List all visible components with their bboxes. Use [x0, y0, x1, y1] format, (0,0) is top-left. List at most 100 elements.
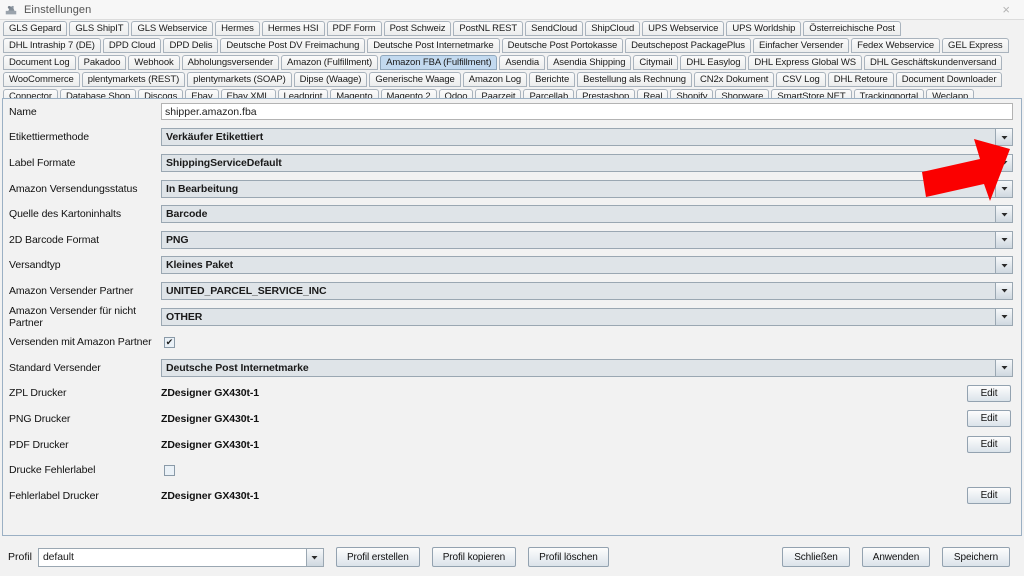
tab-cn2x-dokument[interactable]: CN2x Dokument: [693, 72, 775, 87]
tab-odoo[interactable]: Odoo: [438, 89, 474, 98]
tab-dhl-retoure[interactable]: DHL Retoure: [827, 72, 894, 87]
tab-woocommerce[interactable]: WooCommerce: [3, 72, 80, 87]
tab-amazon-log[interactable]: Amazon Log: [462, 72, 528, 87]
tab-pdf-form[interactable]: PDF Form: [326, 21, 382, 36]
tab-strip: GLS Gepard GLS ShipIT GLS Webservice Hermes…: [0, 20, 1024, 98]
chevron-down-icon[interactable]: [995, 308, 1012, 325]
tab-abholungsversender[interactable]: Abholungsversender: [181, 55, 280, 70]
tab-ups-webservice[interactable]: UPS Webservice: [642, 21, 725, 36]
select-amazon-versender-fur-nicht-partner[interactable]: OTHER: [161, 307, 1013, 326]
tab-asendia-shipping[interactable]: Asendia Shipping: [547, 55, 632, 70]
select-etikettiermethode[interactable]: Verkäufer Etikettiert: [161, 128, 1013, 147]
tab-sendcloud[interactable]: SendCloud: [525, 21, 584, 36]
tab-amazon-fba-fulfillment[interactable]: Amazon FBA (Fulfillment): [380, 55, 498, 70]
button-profil-erstellen[interactable]: Profil erstellen: [335, 547, 420, 567]
chevron-down-icon[interactable]: [305, 548, 323, 566]
tab-dpd-cloud[interactable]: DPD Cloud: [102, 38, 162, 53]
tab-document-downloader[interactable]: Document Downloader: [895, 72, 1003, 87]
tab-dhl-gesch-ftskundenversand[interactable]: DHL Geschäftskundenversand: [863, 55, 1003, 70]
button-anwenden[interactable]: Anwenden: [862, 547, 930, 567]
checkbox-versenden-mit-amazon-partner[interactable]: ✔: [164, 336, 175, 348]
tab-csv-log[interactable]: CSV Log: [776, 72, 826, 87]
tab-dhl-intraship-7-de[interactable]: DHL Intraship 7 (DE): [3, 38, 101, 53]
profil-select[interactable]: default: [37, 547, 324, 567]
tab-sterreichische-post[interactable]: Österreichische Post: [803, 21, 901, 36]
tab-gls-webservice[interactable]: GLS Webservice: [131, 21, 214, 36]
tab-pakadoo[interactable]: Pakadoo: [77, 55, 127, 70]
chevron-down-icon[interactable]: [995, 359, 1012, 376]
tab-fedex-webservice[interactable]: Fedex Webservice: [851, 38, 941, 53]
tab-dhl-express-global-ws[interactable]: DHL Express Global WS: [748, 55, 862, 70]
select-amazon-versender-partner[interactable]: UNITED_PARCEL_SERVICE_INC: [161, 281, 1013, 300]
tab-weclapp[interactable]: Weclapp: [926, 89, 975, 98]
tab-gls-gepard[interactable]: GLS Gepard: [3, 21, 68, 36]
tab-citymail[interactable]: Citymail: [633, 55, 679, 70]
edit-button-pdf-drucker[interactable]: Edit: [967, 436, 1011, 454]
tab-document-log[interactable]: Document Log: [3, 55, 76, 70]
tab-ebay-xml[interactable]: Ebay XML: [220, 89, 276, 98]
chevron-down-icon[interactable]: [995, 231, 1012, 248]
select-label-formate[interactable]: ShippingServiceDefault: [161, 153, 1013, 172]
tab-deutschepost-packageplus[interactable]: Deutschepost PackagePlus: [625, 38, 751, 53]
edit-button-zpl-drucker[interactable]: Edit: [967, 384, 1011, 402]
tab-plentymarkets-rest[interactable]: plentymarkets (REST): [81, 72, 186, 87]
tab-shipcloud[interactable]: ShipCloud: [585, 21, 641, 36]
button-schliessen[interactable]: Schließen: [782, 547, 850, 567]
tab-dipse-waage[interactable]: Dipse (Waage): [293, 72, 368, 87]
tab-discogs[interactable]: Discogs: [138, 89, 184, 98]
chevron-down-icon[interactable]: [995, 282, 1012, 299]
tab-prestashop[interactable]: Prestashop: [576, 89, 636, 98]
select-amazon-versendungsstatus[interactable]: In Bearbeitung: [161, 179, 1013, 198]
tab-webhook[interactable]: Webhook: [128, 55, 180, 70]
button-profil-loschen[interactable]: Profil löschen: [528, 547, 609, 567]
tab-gel-express[interactable]: GEL Express: [942, 38, 1009, 53]
tab-deutsche-post-dv-freimachung[interactable]: Deutsche Post DV Freimachung: [220, 38, 366, 53]
tab-smartstore-net[interactable]: SmartStore.NET: [771, 89, 852, 98]
tab-hermes[interactable]: Hermes: [215, 21, 260, 36]
chevron-down-icon[interactable]: [995, 129, 1012, 146]
button-profil-kopieren[interactable]: Profil kopieren: [431, 547, 517, 567]
tab-amazon-fulfillment[interactable]: Amazon (Fulfillment): [281, 55, 379, 70]
tab-connector[interactable]: Connector: [3, 89, 58, 98]
chevron-down-icon[interactable]: [995, 154, 1012, 171]
tab-post-schweiz[interactable]: Post Schweiz: [383, 21, 452, 36]
tab-database-shop[interactable]: Database Shop: [59, 89, 137, 98]
tab-ebay[interactable]: Ebay: [185, 89, 219, 98]
tab-real[interactable]: Real: [637, 89, 669, 98]
tab-einfacher-versender[interactable]: Einfacher Versender: [752, 38, 850, 53]
chevron-down-icon[interactable]: [995, 180, 1012, 197]
chevron-down-icon[interactable]: [995, 206, 1012, 223]
tab-magento[interactable]: Magento: [330, 89, 379, 98]
input-name[interactable]: shipper.amazon.fba: [161, 103, 1013, 121]
chevron-down-icon[interactable]: [995, 257, 1012, 274]
tab-dpd-delis[interactable]: DPD Delis: [163, 38, 219, 53]
tab-asendia[interactable]: Asendia: [499, 55, 546, 70]
edit-button-fehlerlabel-drucker[interactable]: Edit: [967, 487, 1011, 505]
select-standard-versender[interactable]: Deutsche Post Internetmarke: [161, 358, 1013, 377]
tab-trackingportal[interactable]: Trackingportal: [853, 89, 925, 98]
tab-plentymarkets-soap[interactable]: plentymarkets (SOAP): [187, 72, 292, 87]
tab-dhl-easylog[interactable]: DHL Easylog: [680, 55, 747, 70]
tab-deutsche-post-portokasse[interactable]: Deutsche Post Portokasse: [501, 38, 624, 53]
tab-postnl-rest[interactable]: PostNL REST: [453, 21, 524, 36]
select-quelle-des-kartoninhalts[interactable]: Barcode: [161, 205, 1013, 224]
tab-bestellung-als-rechnung[interactable]: Bestellung als Rechnung: [577, 72, 692, 87]
tab-parcellab[interactable]: Parcellab: [523, 89, 575, 98]
tab-magento-2[interactable]: Magento 2: [380, 89, 437, 98]
tab-leadprint[interactable]: Leadprint: [277, 89, 329, 98]
tab-ups-worldship[interactable]: UPS Worldship: [726, 21, 802, 36]
close-icon[interactable]: ×: [1002, 3, 1010, 16]
tab-deutsche-post-internetmarke[interactable]: Deutsche Post Internetmarke: [367, 38, 500, 53]
button-speichern[interactable]: Speichern: [942, 547, 1010, 567]
tab-generische-waage[interactable]: Generische Waage: [369, 72, 461, 87]
edit-button-png-drucker[interactable]: Edit: [967, 410, 1011, 428]
tab-shopify[interactable]: Shopify: [670, 89, 714, 98]
tab-shopware[interactable]: Shopware: [715, 89, 770, 98]
checkbox-drucke-fehlerlabel[interactable]: [164, 464, 175, 476]
select-2d-barcode-format[interactable]: PNG: [161, 230, 1013, 249]
tab-berichte[interactable]: Berichte: [529, 72, 576, 87]
select-versandtyp[interactable]: Kleines Paket: [161, 256, 1013, 275]
tab-paarzeit[interactable]: Paarzeit: [475, 89, 522, 98]
tab-hermes-hsi[interactable]: Hermes HSI: [261, 21, 325, 36]
tab-gls-shipit[interactable]: GLS ShipIT: [69, 21, 130, 36]
